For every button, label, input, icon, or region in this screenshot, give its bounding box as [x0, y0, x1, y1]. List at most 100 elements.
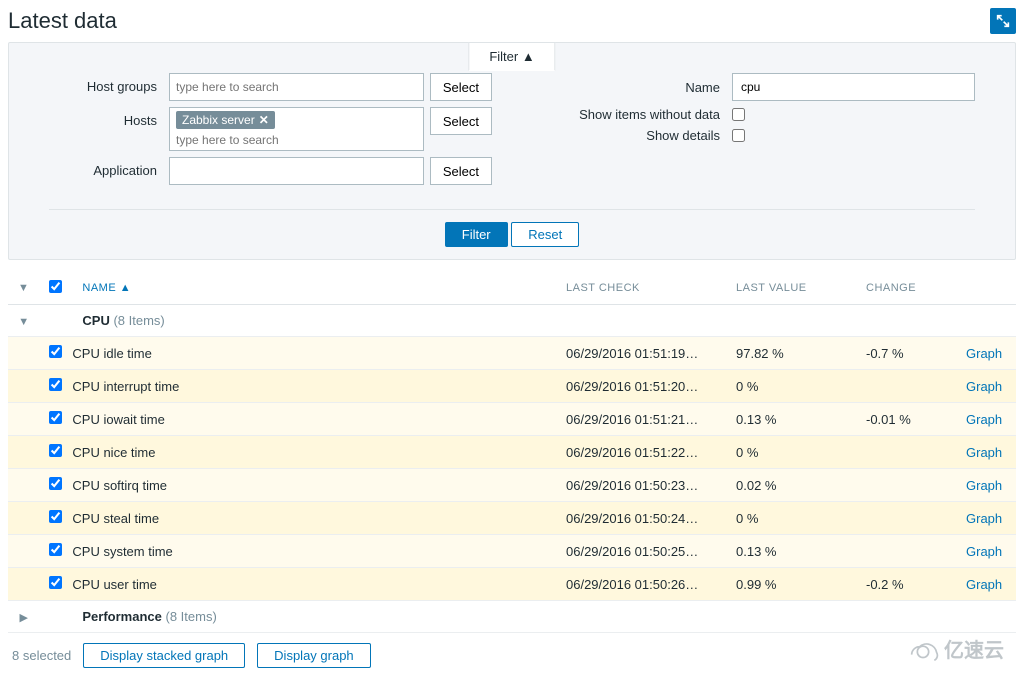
graph-link[interactable]: Graph — [966, 511, 1002, 526]
table-row: CPU softirq time 06/29/2016 01:50:23… 0.… — [8, 469, 1016, 502]
item-last-check: 06/29/2016 01:50:25… — [556, 535, 726, 568]
header-change: CHANGE — [856, 272, 956, 305]
item-change — [856, 535, 956, 568]
collapse-all-icon[interactable]: ▼ — [18, 282, 29, 294]
application-input[interactable] — [169, 157, 424, 185]
data-table: ▼ NAME ▲ LAST CHECK LAST VALUE CHANGE ▼ … — [8, 272, 1016, 633]
group-count: (8 Items) — [166, 609, 217, 624]
filter-apply-button[interactable]: Filter — [445, 222, 508, 247]
hosts-input[interactable]: Zabbix server ✕ — [169, 107, 424, 151]
header-name-text: NAME — [82, 282, 116, 294]
item-last-check: 06/29/2016 01:50:24… — [556, 502, 726, 535]
item-name: CPU steal time — [72, 502, 556, 535]
watermark: 亿速云 — [906, 634, 1004, 663]
hosts-select-button[interactable]: Select — [430, 107, 492, 135]
chevron-right-icon[interactable]: ▶ — [19, 611, 27, 624]
name-label: Name — [532, 80, 732, 95]
row-checkbox[interactable] — [49, 477, 62, 490]
hosts-tag-label: Zabbix server — [182, 113, 255, 127]
item-last-value: 0 % — [726, 370, 856, 403]
item-last-check: 06/29/2016 01:51:21… — [556, 403, 726, 436]
filter-toggle-tab[interactable]: Filter ▲ — [468, 42, 555, 71]
graph-link[interactable]: Graph — [966, 577, 1002, 592]
footer-bar: 8 selected Display stacked graph Display… — [8, 633, 1016, 678]
graph-link[interactable]: Graph — [966, 544, 1002, 559]
item-change: -0.7 % — [856, 337, 956, 370]
table-row: CPU user time 06/29/2016 01:50:26… 0.99 … — [8, 568, 1016, 601]
item-last-value: 0 % — [726, 502, 856, 535]
item-name: CPU iowait time — [72, 403, 556, 436]
hosts-search[interactable] — [176, 133, 417, 147]
watermark-icon — [906, 637, 940, 661]
group-count: (8 Items) — [113, 313, 164, 328]
hosts-tag-remove-icon[interactable]: ✕ — [259, 113, 269, 127]
host-groups-search[interactable] — [176, 80, 417, 94]
expand-icon — [995, 13, 1011, 29]
item-last-check: 06/29/2016 01:51:19… — [556, 337, 726, 370]
item-change: -0.2 % — [856, 568, 956, 601]
table-row: CPU idle time 06/29/2016 01:51:19… 97.82… — [8, 337, 1016, 370]
row-checkbox[interactable] — [49, 444, 62, 457]
filter-reset-button[interactable]: Reset — [511, 222, 579, 247]
group-name: CPU — [82, 313, 109, 328]
row-checkbox[interactable] — [49, 378, 62, 391]
item-name: CPU softirq time — [72, 469, 556, 502]
item-change — [856, 469, 956, 502]
host-groups-input[interactable] — [169, 73, 424, 101]
show-details-checkbox[interactable] — [732, 129, 745, 142]
item-last-value: 0.99 % — [726, 568, 856, 601]
application-select-button[interactable]: Select — [430, 157, 492, 185]
filter-panel: Filter ▲ Host groups Select Hosts — [8, 42, 1016, 260]
select-all-checkbox[interactable] — [49, 280, 62, 293]
hosts-tag: Zabbix server ✕ — [176, 111, 275, 129]
host-groups-select-button[interactable]: Select — [430, 73, 492, 101]
graph-link[interactable]: Graph — [966, 478, 1002, 493]
item-change — [856, 502, 956, 535]
row-checkbox[interactable] — [49, 576, 62, 589]
item-name: CPU interrupt time — [72, 370, 556, 403]
item-name: CPU nice time — [72, 436, 556, 469]
application-label: Application — [49, 157, 169, 178]
item-last-value: 0.13 % — [726, 535, 856, 568]
row-checkbox[interactable] — [49, 411, 62, 424]
page-title: Latest data — [8, 8, 117, 34]
item-name: CPU system time — [72, 535, 556, 568]
show-without-data-checkbox[interactable] — [732, 108, 745, 121]
name-input[interactable] — [732, 73, 975, 101]
item-name: CPU user time — [72, 568, 556, 601]
sort-arrow-icon: ▲ — [120, 282, 131, 294]
chevron-down-icon[interactable]: ▼ — [18, 316, 29, 328]
item-last-value: 0 % — [726, 436, 856, 469]
item-last-check: 06/29/2016 01:50:23… — [556, 469, 726, 502]
display-graph-button[interactable]: Display graph — [257, 643, 371, 668]
display-stacked-graph-button[interactable]: Display stacked graph — [83, 643, 245, 668]
group-name: Performance — [82, 609, 161, 624]
fullscreen-button[interactable] — [990, 8, 1016, 34]
show-without-data-label: Show items without data — [532, 107, 732, 122]
item-change — [856, 370, 956, 403]
row-checkbox[interactable] — [49, 345, 62, 358]
selected-count: 8 selected — [8, 648, 71, 663]
graph-link[interactable]: Graph — [966, 379, 1002, 394]
group-row: ▶ Performance (8 Items) — [8, 601, 1016, 633]
graph-link[interactable]: Graph — [966, 412, 1002, 427]
watermark-text: 亿速云 — [944, 634, 1004, 663]
row-checkbox[interactable] — [49, 543, 62, 556]
hosts-label: Hosts — [49, 107, 169, 128]
header-name[interactable]: NAME ▲ — [72, 272, 556, 305]
item-last-value: 0.02 % — [726, 469, 856, 502]
item-change — [856, 436, 956, 469]
table-row: CPU system time 06/29/2016 01:50:25… 0.1… — [8, 535, 1016, 568]
graph-link[interactable]: Graph — [966, 445, 1002, 460]
graph-link[interactable]: Graph — [966, 346, 1002, 361]
item-last-value: 97.82 % — [726, 337, 856, 370]
item-last-check: 06/29/2016 01:51:20… — [556, 370, 726, 403]
header-last-value: LAST VALUE — [726, 272, 856, 305]
row-checkbox[interactable] — [49, 510, 62, 523]
item-name: CPU idle time — [72, 337, 556, 370]
table-row: CPU interrupt time 06/29/2016 01:51:20… … — [8, 370, 1016, 403]
header-last-check: LAST CHECK — [556, 272, 726, 305]
table-row: CPU nice time 06/29/2016 01:51:22… 0 % G… — [8, 436, 1016, 469]
table-row: CPU steal time 06/29/2016 01:50:24… 0 % … — [8, 502, 1016, 535]
item-last-check: 06/29/2016 01:50:26… — [556, 568, 726, 601]
